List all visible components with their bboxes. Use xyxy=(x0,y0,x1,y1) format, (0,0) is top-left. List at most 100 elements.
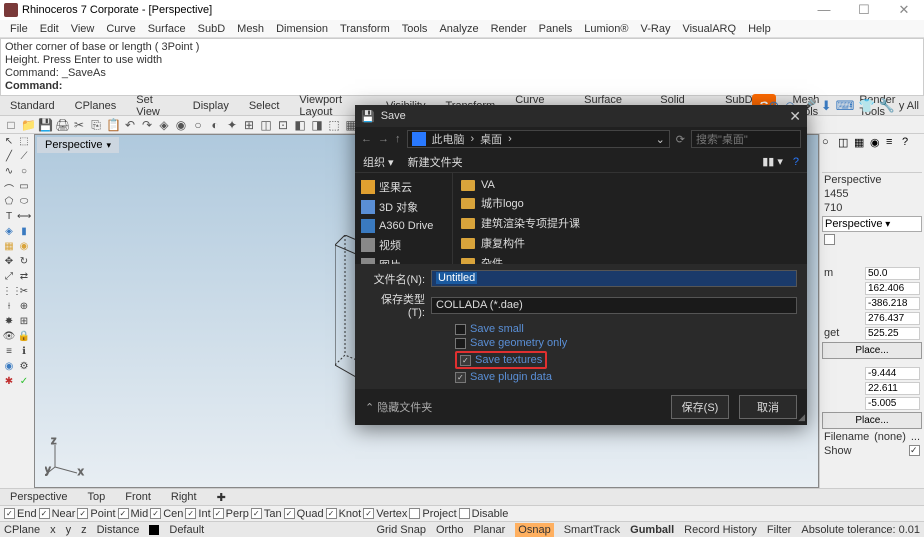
save-button[interactable]: 保存(S) xyxy=(671,395,729,419)
viewtab-right[interactable]: Right xyxy=(167,490,201,504)
hide-folders-toggle[interactable]: ⌃ 隐藏文件夹 xyxy=(365,399,432,415)
ltool-surf-icon[interactable]: ◈ xyxy=(2,226,16,240)
tree-视频[interactable]: 视频 xyxy=(355,235,452,255)
ltool-arc-icon[interactable]: ⌒ xyxy=(2,181,16,195)
ltool-a-icon[interactable]: ✱ xyxy=(2,376,16,390)
tab-setview[interactable]: Set View xyxy=(126,92,183,120)
crumb-thispc[interactable]: 此电脑 xyxy=(432,131,465,147)
opt-save-small[interactable]: Save small xyxy=(455,323,797,335)
osnap-mid[interactable]: Mid xyxy=(118,508,149,520)
menu-analyze[interactable]: Analyze xyxy=(433,23,484,35)
dialog-close-button[interactable]: ✕ xyxy=(789,108,801,125)
ltool-mirror-icon[interactable]: ⇄ xyxy=(17,271,31,285)
status-planar[interactable]: Planar xyxy=(473,524,505,536)
minimize-button[interactable]: — xyxy=(808,2,840,18)
ltool-array-icon[interactable]: ⋮⋮ xyxy=(2,286,16,300)
tab-overflow[interactable]: y All xyxy=(898,100,920,112)
tool-save-icon[interactable]: 💾 xyxy=(38,118,52,132)
rp-w3-input[interactable] xyxy=(865,397,920,410)
viewtab-front[interactable]: Front xyxy=(121,490,155,504)
place-button-2[interactable]: Place... xyxy=(822,412,922,429)
command-history[interactable]: Other corner of base or length ( 3Point … xyxy=(0,38,924,96)
cancel-button[interactable]: 取消 xyxy=(739,395,797,419)
tool-i9-icon[interactable]: ◧ xyxy=(293,118,307,132)
menu-render[interactable]: Render xyxy=(485,23,533,35)
ltool-poly2-icon[interactable]: ⬠ xyxy=(2,196,16,210)
status-layer-swatch[interactable] xyxy=(149,525,159,535)
opt-save-plugin-data[interactable]: Save plugin data xyxy=(455,371,797,383)
tree-坚果云[interactable]: 坚果云 xyxy=(355,177,452,197)
tool-new-icon[interactable]: □ xyxy=(4,118,18,132)
ltool-solid-icon[interactable]: ▮ xyxy=(17,226,31,240)
ltool-trim-icon[interactable]: ✂ xyxy=(17,286,31,300)
newfolder-button[interactable]: 新建文件夹 xyxy=(408,154,463,170)
ltool-rot-icon[interactable]: ↻ xyxy=(17,256,31,270)
osnap-tan[interactable]: Tan xyxy=(251,508,282,520)
rp-tab-4-icon[interactable]: ◉ xyxy=(870,136,884,150)
ltool-ellipse-icon[interactable]: ⬭ xyxy=(17,196,31,210)
ltool-layer-icon[interactable]: ≡ xyxy=(2,346,16,360)
osnap-vertex[interactable]: Vertex xyxy=(363,508,407,520)
menu-curve[interactable]: Curve xyxy=(100,23,141,35)
rp-projection-dropdown[interactable]: Perspective ▾ xyxy=(822,216,922,232)
rp-tab-3-icon[interactable]: ▦ xyxy=(854,136,868,150)
tree-A360 Drive[interactable]: A360 Drive xyxy=(355,217,452,235)
tool-i6-icon[interactable]: ⊞ xyxy=(242,118,256,132)
folder-tree[interactable]: 坚果云3D 对象A360 Drive视频图片文档下载音乐桌面 xyxy=(355,173,453,264)
resize-grip-icon[interactable]: ◢ xyxy=(798,412,805,423)
ltool-curve-icon[interactable]: ∿ xyxy=(2,166,16,180)
ltool-mesh-icon[interactable]: ▦ xyxy=(2,241,16,255)
tool-i2-icon[interactable]: ◉ xyxy=(174,118,188,132)
rp-tab-5-icon[interactable]: ≡ xyxy=(886,136,900,150)
viewport-title[interactable]: Perspective xyxy=(37,137,119,153)
menu-panels[interactable]: Panels xyxy=(533,23,579,35)
ltool-circ-icon[interactable]: ○ xyxy=(17,166,31,180)
osnap-disable[interactable]: Disable xyxy=(459,508,509,520)
tool-i5-icon[interactable]: ✦ xyxy=(225,118,239,132)
status-smarttrack[interactable]: SmartTrack xyxy=(564,524,620,536)
tool-cut-icon[interactable]: ✂ xyxy=(72,118,86,132)
ltool-explode-icon[interactable]: ✸ xyxy=(2,316,16,330)
status-ortho[interactable]: Ortho xyxy=(436,524,464,536)
ltool-lasso-icon[interactable]: ⬚ xyxy=(17,136,31,150)
menu-help[interactable]: Help xyxy=(742,23,777,35)
ltool-pointer-icon[interactable]: ↖ xyxy=(2,136,16,150)
ltool-prop-icon[interactable]: ℹ xyxy=(17,346,31,360)
file-杂件[interactable]: 杂件 xyxy=(457,253,803,264)
ltool-scale-icon[interactable]: ⤢ xyxy=(2,271,16,285)
rp-check-1[interactable] xyxy=(824,234,835,245)
nav-back-icon[interactable]: ← xyxy=(361,133,372,145)
osnap-point[interactable]: Point xyxy=(77,508,115,520)
view-icon[interactable]: ▮▮ ▾ xyxy=(762,155,783,168)
menu-subd[interactable]: SubD xyxy=(192,23,232,35)
opt-save-textures[interactable]: Save textures xyxy=(455,351,547,369)
place-button-1[interactable]: Place... xyxy=(822,342,922,359)
menu-file[interactable]: File xyxy=(4,23,34,35)
osnap-cen[interactable]: Cen xyxy=(150,508,183,520)
rp-v1-input[interactable] xyxy=(865,282,920,295)
filetype-dropdown[interactable]: COLLADA (*.dae) xyxy=(431,297,797,314)
status-record[interactable]: Record History xyxy=(684,524,757,536)
address-bar[interactable]: 此电脑 › 桌面 › ⌄ xyxy=(407,130,670,148)
status-osnap[interactable]: Osnap xyxy=(515,523,553,537)
rp-tab-2-icon[interactable]: ◫ xyxy=(838,136,852,150)
tree-图片[interactable]: 图片 xyxy=(355,255,452,264)
tool-i11-icon[interactable]: ⬚ xyxy=(327,118,341,132)
tool-redo-icon[interactable]: ↷ xyxy=(140,118,154,132)
search-field[interactable]: 搜索"桌面" xyxy=(691,130,801,148)
ltool-subd-icon[interactable]: ◉ xyxy=(17,241,31,255)
ltool-poly-icon[interactable]: ⟋ xyxy=(17,151,31,165)
tool-copy-icon[interactable]: ⎘ xyxy=(89,118,103,132)
help-icon[interactable]: ? xyxy=(793,156,799,168)
status-filter[interactable]: Filter xyxy=(767,524,791,536)
menu-dimension[interactable]: Dimension xyxy=(270,23,334,35)
tool-i3-icon[interactable]: ○ xyxy=(191,118,205,132)
osnap-end[interactable]: End xyxy=(4,508,37,520)
crumb-desktop[interactable]: 桌面 xyxy=(480,131,502,147)
menu-vray[interactable]: V-Ray xyxy=(634,23,676,35)
tool-i4-icon[interactable]: ◐ xyxy=(208,118,222,132)
addr-dropdown-icon[interactable]: ⌄ xyxy=(656,133,665,146)
tool-i7-icon[interactable]: ◫ xyxy=(259,118,273,132)
ime-icon-6[interactable]: 👕 xyxy=(857,98,875,114)
osnap-knot[interactable]: Knot xyxy=(326,508,362,520)
